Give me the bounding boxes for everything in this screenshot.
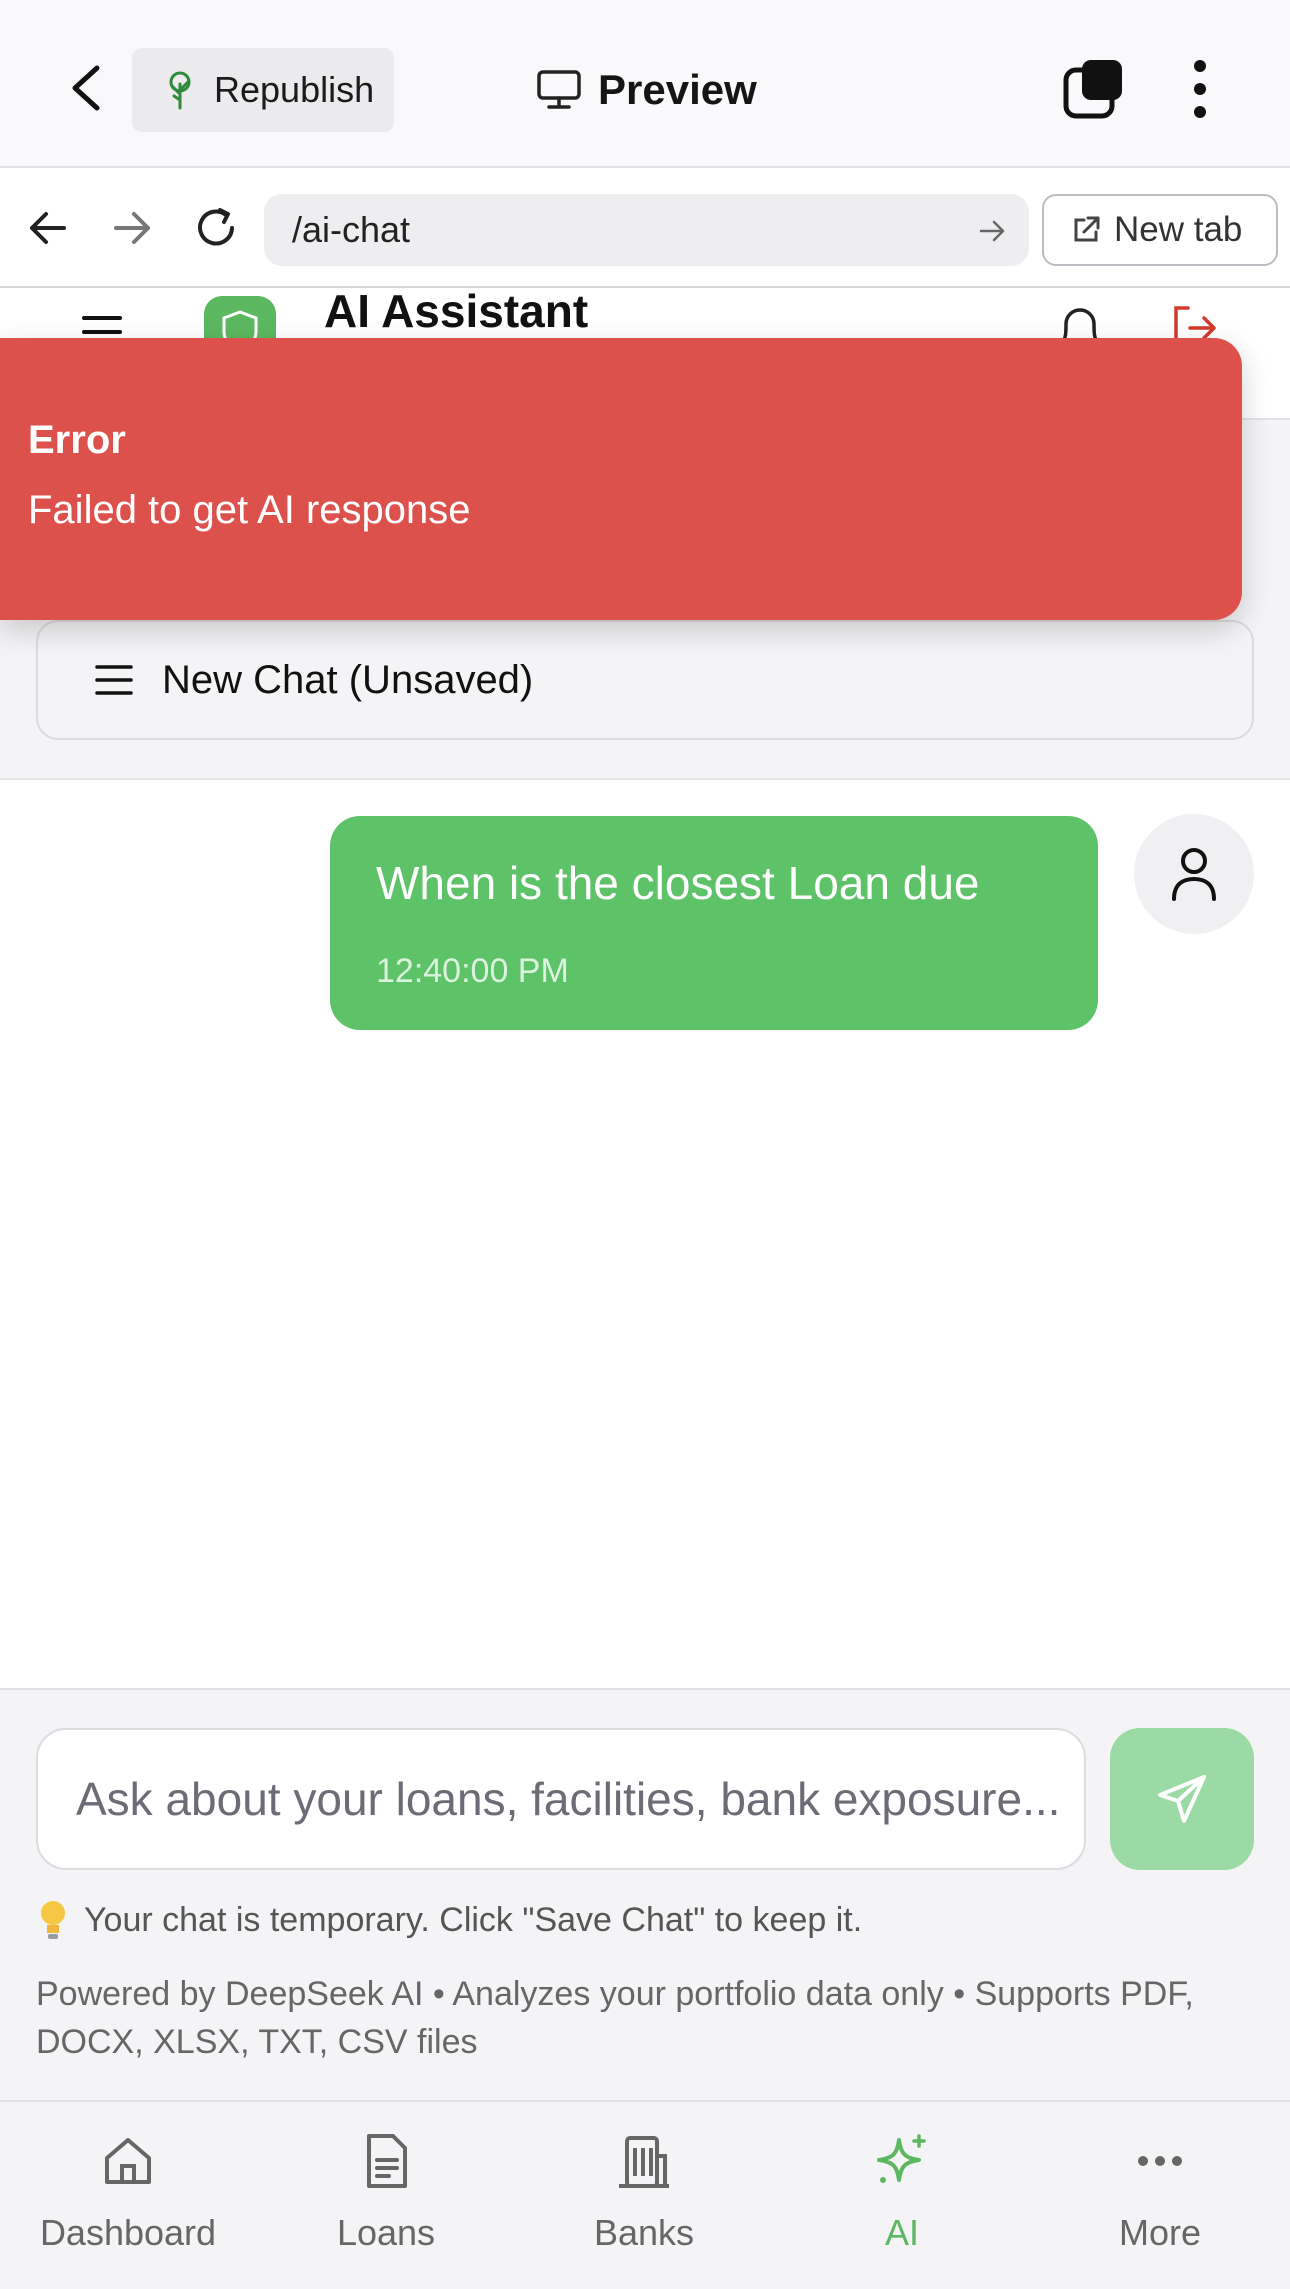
tree-icon: [169, 71, 191, 110]
nav-label: AI: [884, 2212, 919, 2253]
hint-text: Your chat is temporary. Click "Save Chat…: [84, 1900, 863, 1939]
external-link-icon: [1074, 216, 1100, 242]
lightbulb-icon: [41, 1901, 65, 1939]
go-arrow-icon[interactable]: [977, 216, 1007, 246]
composer: Your chat is temporary. Click "Save Chat…: [0, 1688, 1290, 2100]
nav-label: More: [1118, 2212, 1202, 2253]
preview-title: Preview: [536, 60, 757, 120]
nav-loans[interactable]: Loans: [266, 2132, 506, 2272]
chat-selector[interactable]: New Chat (Unsaved): [36, 620, 1254, 740]
home-icon: [105, 2138, 151, 2184]
republish-button[interactable]: Republish: [132, 48, 394, 132]
user-icon: [1172, 848, 1216, 901]
url-text: /ai-chat: [292, 209, 411, 250]
toast-message: Failed to get AI response: [28, 488, 471, 532]
monitor-icon: [537, 70, 581, 109]
send-button[interactable]: [1110, 1728, 1254, 1870]
more-icon: [1138, 2156, 1182, 2166]
browser-bar: /ai-chat New tab: [0, 170, 1290, 288]
nav-label: Banks: [593, 2212, 695, 2253]
message-time: 12:40:00 PM: [376, 952, 569, 990]
chat-selector-label: New Chat (Unsaved): [162, 657, 534, 702]
app-title: AI Assistant: [324, 290, 589, 337]
sparkles-icon: [877, 2134, 926, 2183]
powered-by-text: Powered by DeepSeek AI • Analyzes your p…: [36, 1975, 1194, 2061]
user-avatar: [1134, 814, 1254, 934]
building-icon: [619, 2136, 669, 2188]
nav-banks[interactable]: Banks: [524, 2132, 764, 2272]
arrow-right-icon[interactable]: [108, 204, 156, 252]
republish-label: Republish: [214, 69, 375, 110]
nav-label: Dashboard: [39, 2212, 217, 2253]
back-button[interactable]: [58, 60, 114, 116]
url-field[interactable]: /ai-chat: [264, 194, 1029, 266]
preview-label: Preview: [598, 66, 757, 113]
error-toast[interactable]: Error Failed to get AI response: [0, 338, 1242, 620]
document-icon: [367, 2134, 407, 2188]
message-input[interactable]: [36, 1728, 1086, 1870]
nav-dashboard[interactable]: Dashboard: [8, 2132, 248, 2272]
more-vertical-icon[interactable]: [1180, 58, 1220, 120]
toast-title: Error: [28, 418, 126, 462]
new-tab-button[interactable]: New tab: [1042, 194, 1278, 266]
user-message-bubble: When is the closest Loan due 12:40:00 PM: [330, 816, 1098, 1030]
nav-ai[interactable]: AI: [782, 2132, 1022, 2272]
nav-more[interactable]: More: [1040, 2132, 1280, 2272]
top-app-bar: Republish Preview: [0, 0, 1290, 168]
chevron-left-icon: [72, 65, 100, 111]
nav-label: Loans: [336, 2212, 436, 2253]
new-tab-label: New tab: [1114, 210, 1243, 249]
chat-messages: When is the closest Loan due 12:40:00 PM: [0, 780, 1290, 1688]
temporary-chat-hint: Your chat is temporary. Click "Save Chat…: [36, 1898, 862, 1942]
send-icon: [1158, 1775, 1206, 1823]
refresh-icon[interactable]: [192, 204, 240, 252]
arrow-left-icon[interactable]: [24, 204, 72, 252]
bottom-nav: Dashboard Loans Banks AI More: [0, 2100, 1290, 2289]
menu-lines-icon: [95, 665, 133, 695]
tabs-icon[interactable]: [1062, 58, 1124, 120]
message-text: When is the closest Loan due: [376, 857, 980, 909]
